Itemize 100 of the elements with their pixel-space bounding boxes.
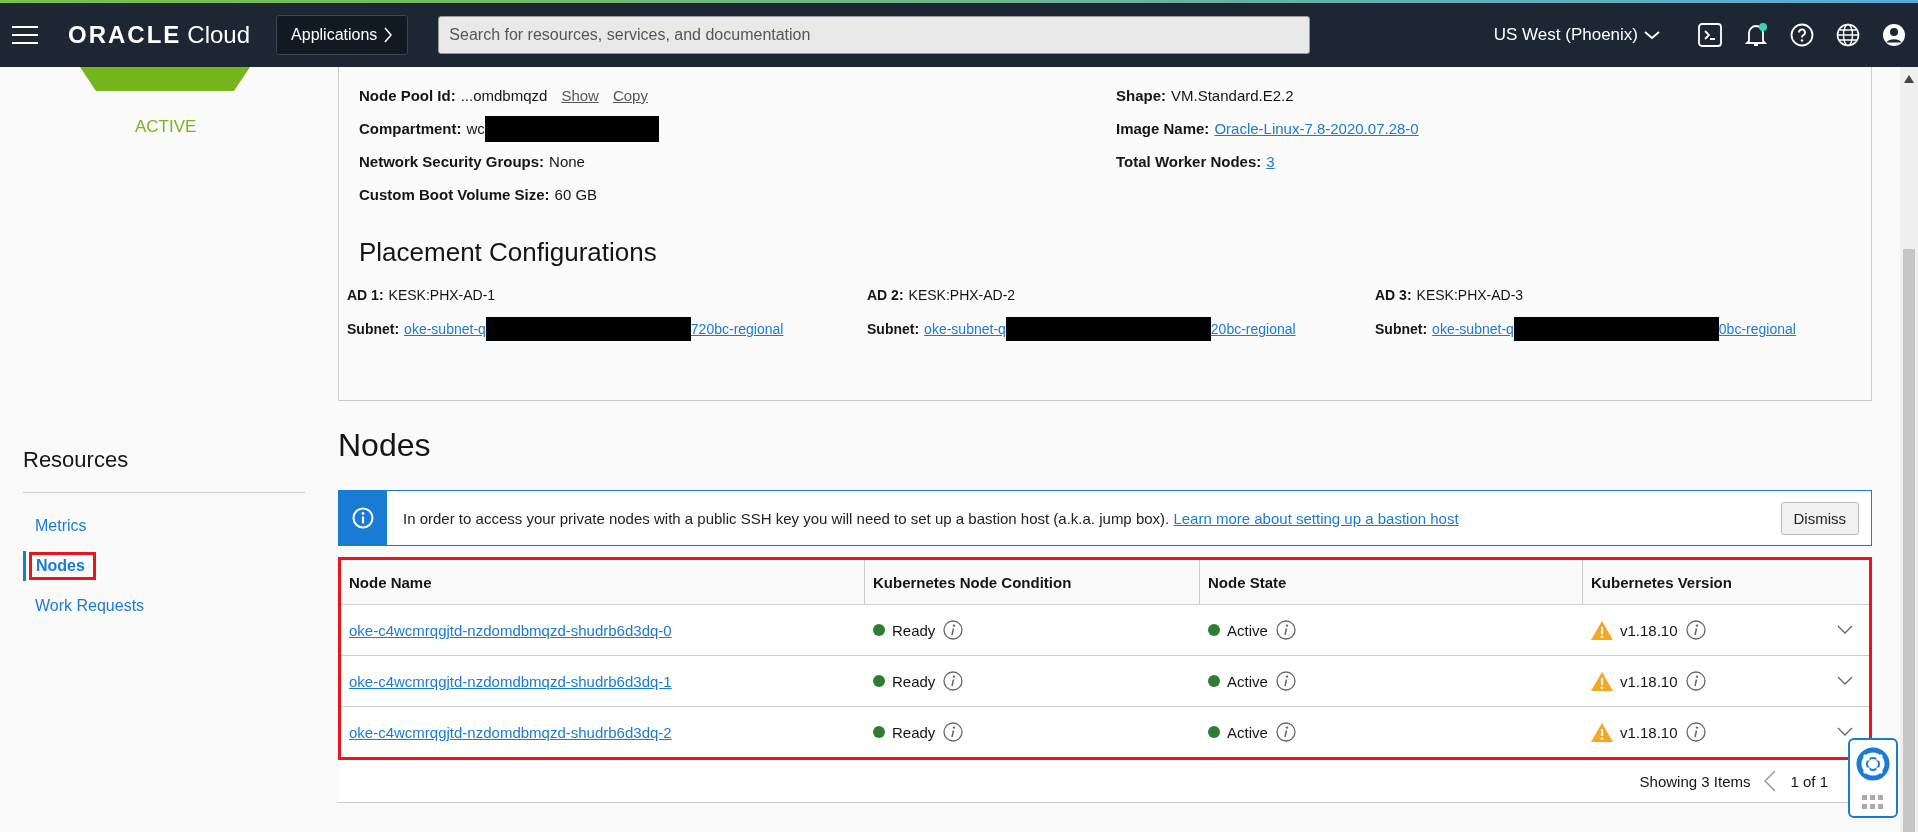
field-label: Shape: — [1116, 87, 1166, 104]
status-label: ACTIVE — [135, 117, 198, 137]
chevron-down-icon[interactable] — [1837, 727, 1853, 737]
scrollbar-thumb[interactable] — [1903, 249, 1915, 832]
table-cell: Ready — [892, 621, 936, 639]
field-label: AD 2: — [867, 287, 904, 303]
status-dot-icon — [1208, 675, 1220, 687]
terminal-icon[interactable] — [1698, 23, 1722, 47]
table-cell: Active — [1227, 723, 1268, 741]
warning-icon — [1591, 620, 1613, 640]
warning-icon — [1591, 722, 1613, 742]
logo-brand[interactable]: ORACLE — [68, 21, 182, 49]
sidebar-link[interactable]: Metrics — [35, 517, 87, 535]
info-icon[interactable] — [1685, 620, 1706, 640]
action-link[interactable]: Show — [561, 87, 599, 104]
section-heading: Placement Configurations — [359, 237, 658, 268]
field-value: ...omdbmqzd — [460, 87, 548, 104]
column-header[interactable]: Kubernetes Node Condition — [865, 560, 1200, 604]
field-label: Total Worker Nodes: — [1116, 153, 1262, 170]
scrollbar[interactable] — [1900, 67, 1918, 832]
status-dot-icon — [1208, 624, 1220, 636]
info-icon — [352, 507, 374, 529]
sidebar-link[interactable]: Nodes — [36, 557, 85, 575]
logo-product[interactable]: Cloud — [187, 21, 251, 49]
info-icon[interactable] — [1685, 671, 1706, 691]
field-value: 60 GB — [554, 186, 598, 203]
action-link[interactable]: Copy — [612, 87, 648, 104]
subnet-link[interactable]: oke-subnet-q — [404, 321, 486, 337]
info-icon[interactable] — [1275, 620, 1296, 640]
node-name-link[interactable]: oke-c4wcmrqgjtd-nzdomdbmqzd-shudrb6d3dq-0 — [349, 621, 672, 639]
table-cell: Ready — [892, 672, 936, 690]
page-indicator: 1 of 1 — [1790, 772, 1828, 790]
field-label: Subnet: — [867, 321, 920, 337]
chevron-right-icon — [383, 27, 394, 43]
info-icon[interactable] — [1275, 722, 1296, 742]
subnet-link[interactable]: 720bc-regional — [690, 321, 784, 337]
node-name-link[interactable]: oke-c4wcmrqgjtd-nzdomdbmqzd-shudrb6d3dq-2 — [349, 723, 672, 741]
region-selector[interactable]: US West (Phoenix) — [1487, 24, 1666, 46]
help-widget[interactable] — [1848, 738, 1898, 818]
info-icon[interactable] — [943, 722, 964, 742]
field-link[interactable]: 3 — [1266, 153, 1275, 170]
field-label: Network Security Groups: — [359, 153, 545, 170]
banner-message: In order to access your private nodes with a public SSH key you will need to set up a bastion host (a.k.a. jump box). Learn more about setting up a bastion host — [403, 509, 1459, 527]
scroll-up-icon[interactable] — [1904, 75, 1914, 83]
subnet-link[interactable]: oke-subnet-q — [924, 321, 1006, 337]
column-header[interactable]: Kubernetes Version — [1583, 560, 1869, 604]
field-label: Subnet: — [1375, 321, 1428, 337]
applications-button[interactable]: Applications — [276, 15, 409, 55]
learn-more-link[interactable]: Learn more about setting up a bastion host — [1173, 509, 1459, 527]
field-value: KESK:PHX-AD-2 — [908, 287, 1016, 303]
page-heading: Nodes — [338, 426, 432, 465]
subnet-link[interactable]: 20bc-regional — [1210, 321, 1296, 337]
field-label: Image Name: — [1116, 120, 1210, 137]
subnet-link[interactable]: 0bc-regional — [1718, 321, 1796, 337]
table-cell: v1.18.10 — [1620, 672, 1678, 690]
status-dot-icon — [1208, 726, 1220, 738]
field-value: KESK:PHX-AD-3 — [1416, 287, 1524, 303]
field-label: Node Pool Id: — [359, 87, 456, 104]
dismiss-button[interactable]: Dismiss — [1780, 501, 1859, 535]
subnet-link[interactable]: oke-subnet-q — [1432, 321, 1514, 337]
info-icon[interactable] — [943, 671, 964, 691]
info-icon[interactable] — [1275, 671, 1296, 691]
table-cell: Active — [1227, 621, 1268, 639]
chevron-down-icon[interactable] — [1837, 625, 1853, 635]
field-label: Compartment: — [359, 120, 462, 137]
field-value: wc — [466, 120, 485, 137]
field-label: Subnet: — [347, 321, 400, 337]
field-value: VM.Standard.E2.2 — [1171, 87, 1294, 104]
previous-page-icon[interactable] — [1764, 770, 1777, 792]
field-label: AD 3: — [1375, 287, 1412, 303]
table-cell: v1.18.10 — [1620, 723, 1678, 741]
node-name-link[interactable]: oke-c4wcmrqgjtd-nzdomdbmqzd-shudrb6d3dq-1 — [349, 672, 672, 690]
bell-icon[interactable] — [1744, 22, 1768, 48]
item-count: Showing 3 Items — [1639, 772, 1751, 790]
info-icon[interactable] — [943, 620, 964, 640]
user-icon[interactable] — [1882, 23, 1906, 47]
status-dot-icon — [873, 726, 885, 738]
warning-icon — [1591, 671, 1613, 691]
search-field[interactable]: Search for resources, services, and documentation — [438, 16, 1311, 54]
help-icon[interactable] — [1790, 23, 1814, 47]
field-value: None — [549, 153, 585, 170]
column-header[interactable]: Node Name — [341, 560, 865, 604]
table-cell: v1.18.10 — [1620, 621, 1678, 639]
table-cell: Active — [1227, 672, 1268, 690]
field-label: AD 1: — [347, 287, 384, 303]
sidebar-link[interactable]: Work Requests — [35, 597, 145, 615]
status-dot-icon — [873, 624, 885, 636]
column-header[interactable]: Node State — [1200, 560, 1583, 604]
section-heading: Resources — [23, 447, 130, 473]
chevron-down-icon — [1644, 30, 1660, 40]
field-link[interactable]: Oracle-Linux-7.8-2020.07.28-0 — [1214, 120, 1419, 137]
field-label: Custom Boot Volume Size: — [359, 186, 550, 203]
grid-icon — [1862, 795, 1884, 809]
menu-icon[interactable] — [12, 26, 38, 44]
globe-icon[interactable] — [1836, 23, 1860, 47]
table-cell: Ready — [892, 723, 936, 741]
field-value: KESK:PHX-AD-1 — [388, 287, 496, 303]
info-icon[interactable] — [1685, 722, 1706, 742]
chevron-down-icon[interactable] — [1837, 676, 1853, 686]
status-dot-icon — [873, 675, 885, 687]
